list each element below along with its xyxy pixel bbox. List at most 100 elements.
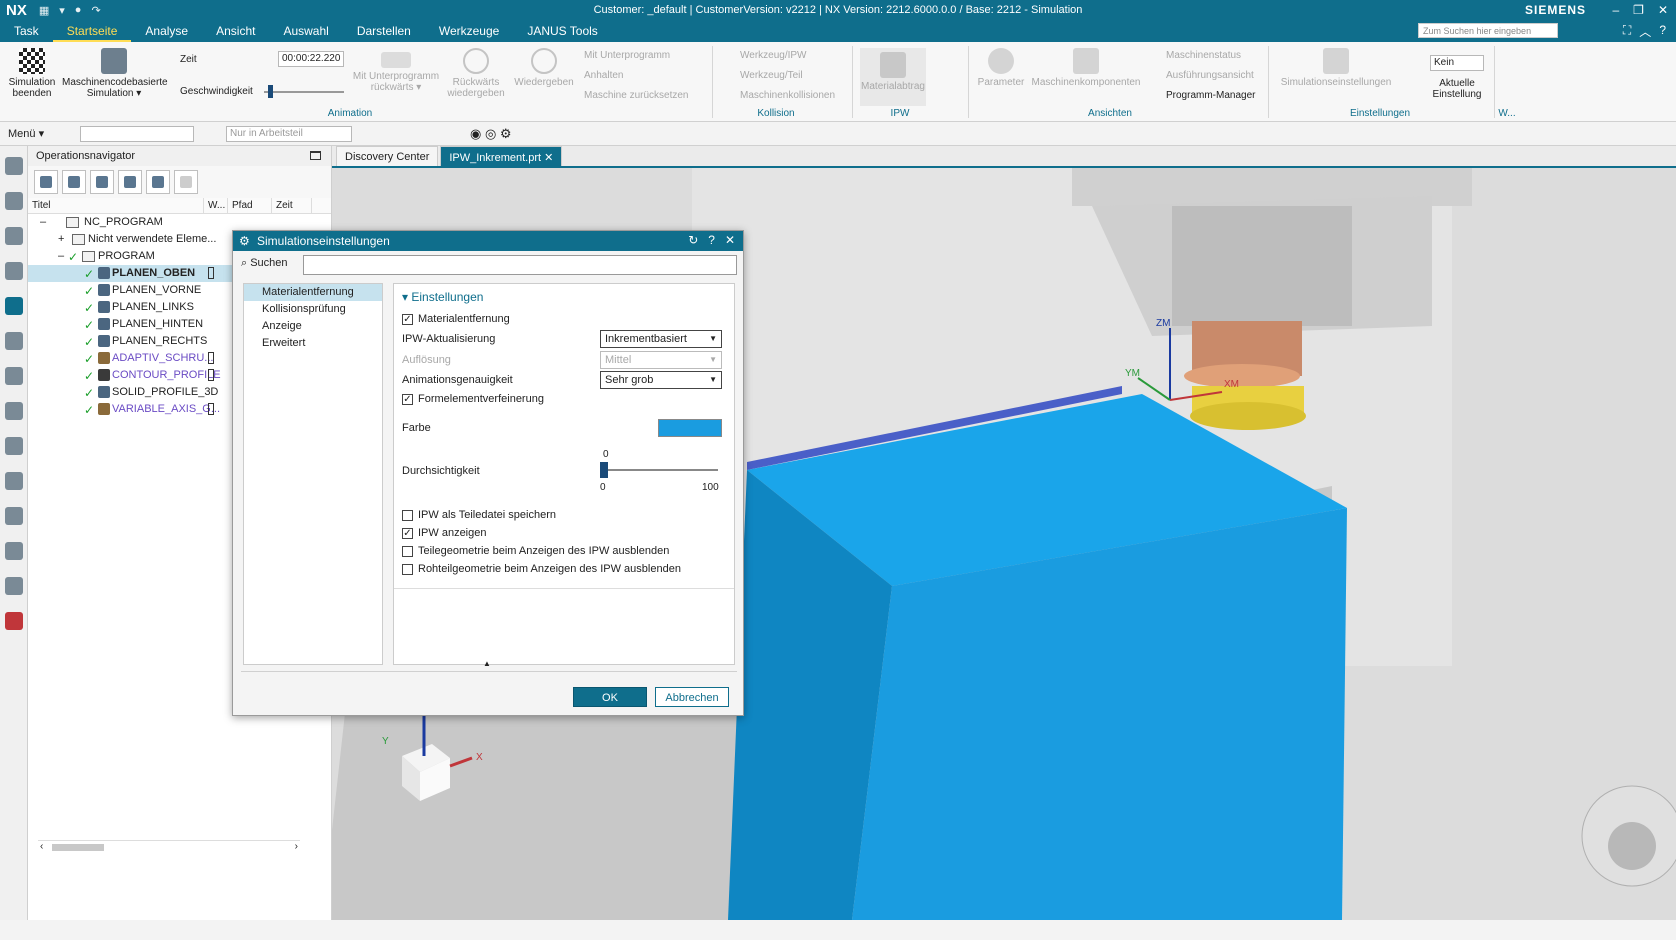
current-setting-combo[interactable]: Kein: [1430, 55, 1484, 71]
history-icon[interactable]: [4, 472, 23, 490]
quick-access-icon[interactable]: ▦: [39, 4, 49, 17]
minimize-icon[interactable]: –: [1612, 3, 1619, 17]
feature-refinement-checkbox[interactable]: ✓: [402, 394, 413, 405]
ok-button[interactable]: OK: [573, 687, 647, 707]
ipw-update-select[interactable]: Inkrementbasiert ▼: [600, 330, 722, 348]
tab-ipw-inkrement[interactable]: IPW_Inkrement.prt ✕: [440, 146, 563, 166]
collapse-dialog-icon[interactable]: ▲: [483, 659, 491, 668]
col-title[interactable]: Titel: [28, 198, 204, 213]
redo-icon[interactable]: ↷: [91, 4, 100, 17]
tool-part-button[interactable]: Werkzeug/Teil: [740, 70, 803, 81]
play-button[interactable]: Wiedergeben: [512, 48, 576, 88]
help-icon[interactable]: ?: [708, 233, 715, 247]
quick-access-toolbar[interactable]: ▦ ▾ ● ↷: [33, 4, 101, 17]
material-removal-button[interactable]: Materialabtrag: [860, 48, 926, 106]
tree-row[interactable]: – NC_PROGRAM: [28, 214, 331, 231]
scroll-thumb[interactable]: [52, 844, 104, 851]
command-search-input[interactable]: Zum Suchen hier eingeben: [1418, 23, 1558, 38]
tool-ipw-button[interactable]: Werkzeug/IPW: [740, 50, 807, 61]
operation-navigator-icon[interactable]: [4, 297, 23, 315]
simulation-settings-button[interactable]: Simulationseinstellungen: [1274, 48, 1398, 88]
play-backward-button[interactable]: Rückwärts wiedergeben: [446, 48, 506, 99]
tab-auswahl[interactable]: Auswahl: [269, 24, 342, 42]
show-ipw-checkbox[interactable]: ✓: [402, 528, 413, 539]
resource-settings-icon[interactable]: [4, 157, 23, 175]
roles-icon[interactable]: [4, 507, 23, 525]
scroll-left-icon[interactable]: ‹: [40, 841, 43, 852]
janus-icon[interactable]: [4, 612, 23, 630]
speed-slider-thumb[interactable]: [268, 85, 273, 98]
col-path[interactable]: Pfad: [228, 198, 272, 213]
collapse-icon[interactable]: –: [58, 250, 64, 262]
tab-werkzeuge[interactable]: Werkzeuge: [425, 24, 513, 42]
tool-library-icon[interactable]: [4, 332, 23, 350]
hide-blank-geometry-checkbox[interactable]: [402, 564, 413, 575]
create-operation-icon[interactable]: [146, 170, 170, 194]
process-studio-icon[interactable]: [4, 577, 23, 595]
category-materialentfernung[interactable]: Materialentfernung: [244, 284, 382, 301]
parameter-button[interactable]: Parameter: [972, 48, 1030, 88]
maximize-icon[interactable]: [310, 151, 321, 160]
web-browser-icon[interactable]: [4, 437, 23, 455]
tab-task[interactable]: Task: [0, 24, 53, 42]
microphone-icon[interactable]: ●: [75, 4, 82, 17]
collapse-icon[interactable]: –: [40, 216, 46, 228]
material-removal-checkbox[interactable]: ✓: [402, 314, 413, 325]
hd3d-tools-icon[interactable]: [4, 402, 23, 420]
type-filter-combo[interactable]: [80, 126, 194, 142]
tab-discovery-center[interactable]: Discovery Center: [336, 146, 439, 166]
execution-view-button[interactable]: Ausführungsansicht: [1166, 70, 1254, 81]
close-icon[interactable]: ✕: [725, 233, 735, 247]
chevron-down-icon[interactable]: ▾: [59, 4, 65, 17]
expand-icon[interactable]: +: [58, 233, 64, 245]
col-time[interactable]: Zeit: [272, 198, 312, 213]
time-field[interactable]: 00:00:22.220: [278, 51, 344, 67]
simulation-end-button[interactable]: Simulation beenden: [6, 48, 58, 99]
restore-icon[interactable]: ❐: [1633, 3, 1644, 17]
einstellungen-section-header[interactable]: ▾ Einstellungen: [402, 290, 483, 304]
assembly-navigator-icon[interactable]: [4, 192, 23, 210]
tab-analyse[interactable]: Analyse: [131, 24, 202, 42]
system-materials-icon[interactable]: [4, 542, 23, 560]
category-erweitert[interactable]: Erweitert: [244, 335, 382, 352]
tab-startseite[interactable]: Startseite: [52, 24, 132, 42]
reuse-library-icon[interactable]: [4, 367, 23, 385]
color-swatch-button[interactable]: [658, 419, 722, 437]
hide-part-geometry-checkbox[interactable]: [402, 546, 413, 557]
reset-icon[interactable]: ↻: [688, 233, 698, 247]
menu-button[interactable]: Menü ▾: [8, 127, 44, 140]
collapse-ribbon-icon[interactable]: ︿: [1639, 23, 1651, 40]
scope-filter-combo[interactable]: Nur in Arbeitsteil: [226, 126, 352, 142]
category-kollisionspruefung[interactable]: Kollisionsprüfung: [244, 301, 382, 318]
col-w[interactable]: W...: [204, 198, 228, 213]
machine-tool-view-icon[interactable]: [62, 170, 86, 194]
machine-code-simulation-button[interactable]: Maschinencodebasierte Simulation ▾: [62, 48, 168, 99]
machine-components-button[interactable]: Maschinenkomponenten: [1030, 48, 1142, 88]
transparency-slider-thumb[interactable]: [600, 462, 608, 478]
machine-status-button[interactable]: Maschinenstatus: [1166, 50, 1241, 61]
help-icon[interactable]: ?: [1659, 23, 1666, 40]
resolution-select[interactable]: Mittel ▼: [600, 351, 722, 369]
machine-collisions-button[interactable]: Maschinenkollisionen: [740, 90, 835, 101]
machine-tool-navigator-icon[interactable]: [4, 227, 23, 245]
delete-icon[interactable]: [174, 170, 198, 194]
animation-accuracy-select[interactable]: Sehr grob ▼: [600, 371, 722, 389]
category-anzeige[interactable]: Anzeige: [244, 318, 382, 335]
transparency-slider-track[interactable]: [606, 469, 718, 471]
stop-button[interactable]: Anhalten: [584, 70, 623, 81]
save-ipw-part-checkbox[interactable]: [402, 510, 413, 521]
tab-janus-tools[interactable]: JANUS Tools: [513, 24, 611, 42]
horizontal-scrollbar[interactable]: ‹ ›: [38, 840, 300, 852]
cancel-button[interactable]: Abbrechen: [655, 687, 729, 707]
reset-machine-button[interactable]: Maschine zurücksetzen: [584, 90, 689, 101]
program-order-view-icon[interactable]: [34, 170, 58, 194]
dialog-search-input[interactable]: [303, 255, 737, 275]
close-icon[interactable]: ✕: [1658, 3, 1668, 17]
dialog-title-bar[interactable]: ⚙ Simulationseinstellungen ↻ ? ✕: [233, 231, 743, 251]
part-navigator-icon[interactable]: [4, 262, 23, 280]
machining-method-view-icon[interactable]: [118, 170, 142, 194]
scroll-right-icon[interactable]: ›: [295, 841, 298, 852]
tab-darstellen[interactable]: Darstellen: [343, 24, 425, 42]
with-subprogram-backward-button[interactable]: Mit Unterprogramm rückwärts ▾: [350, 52, 442, 93]
geometry-view-icon[interactable]: [90, 170, 114, 194]
